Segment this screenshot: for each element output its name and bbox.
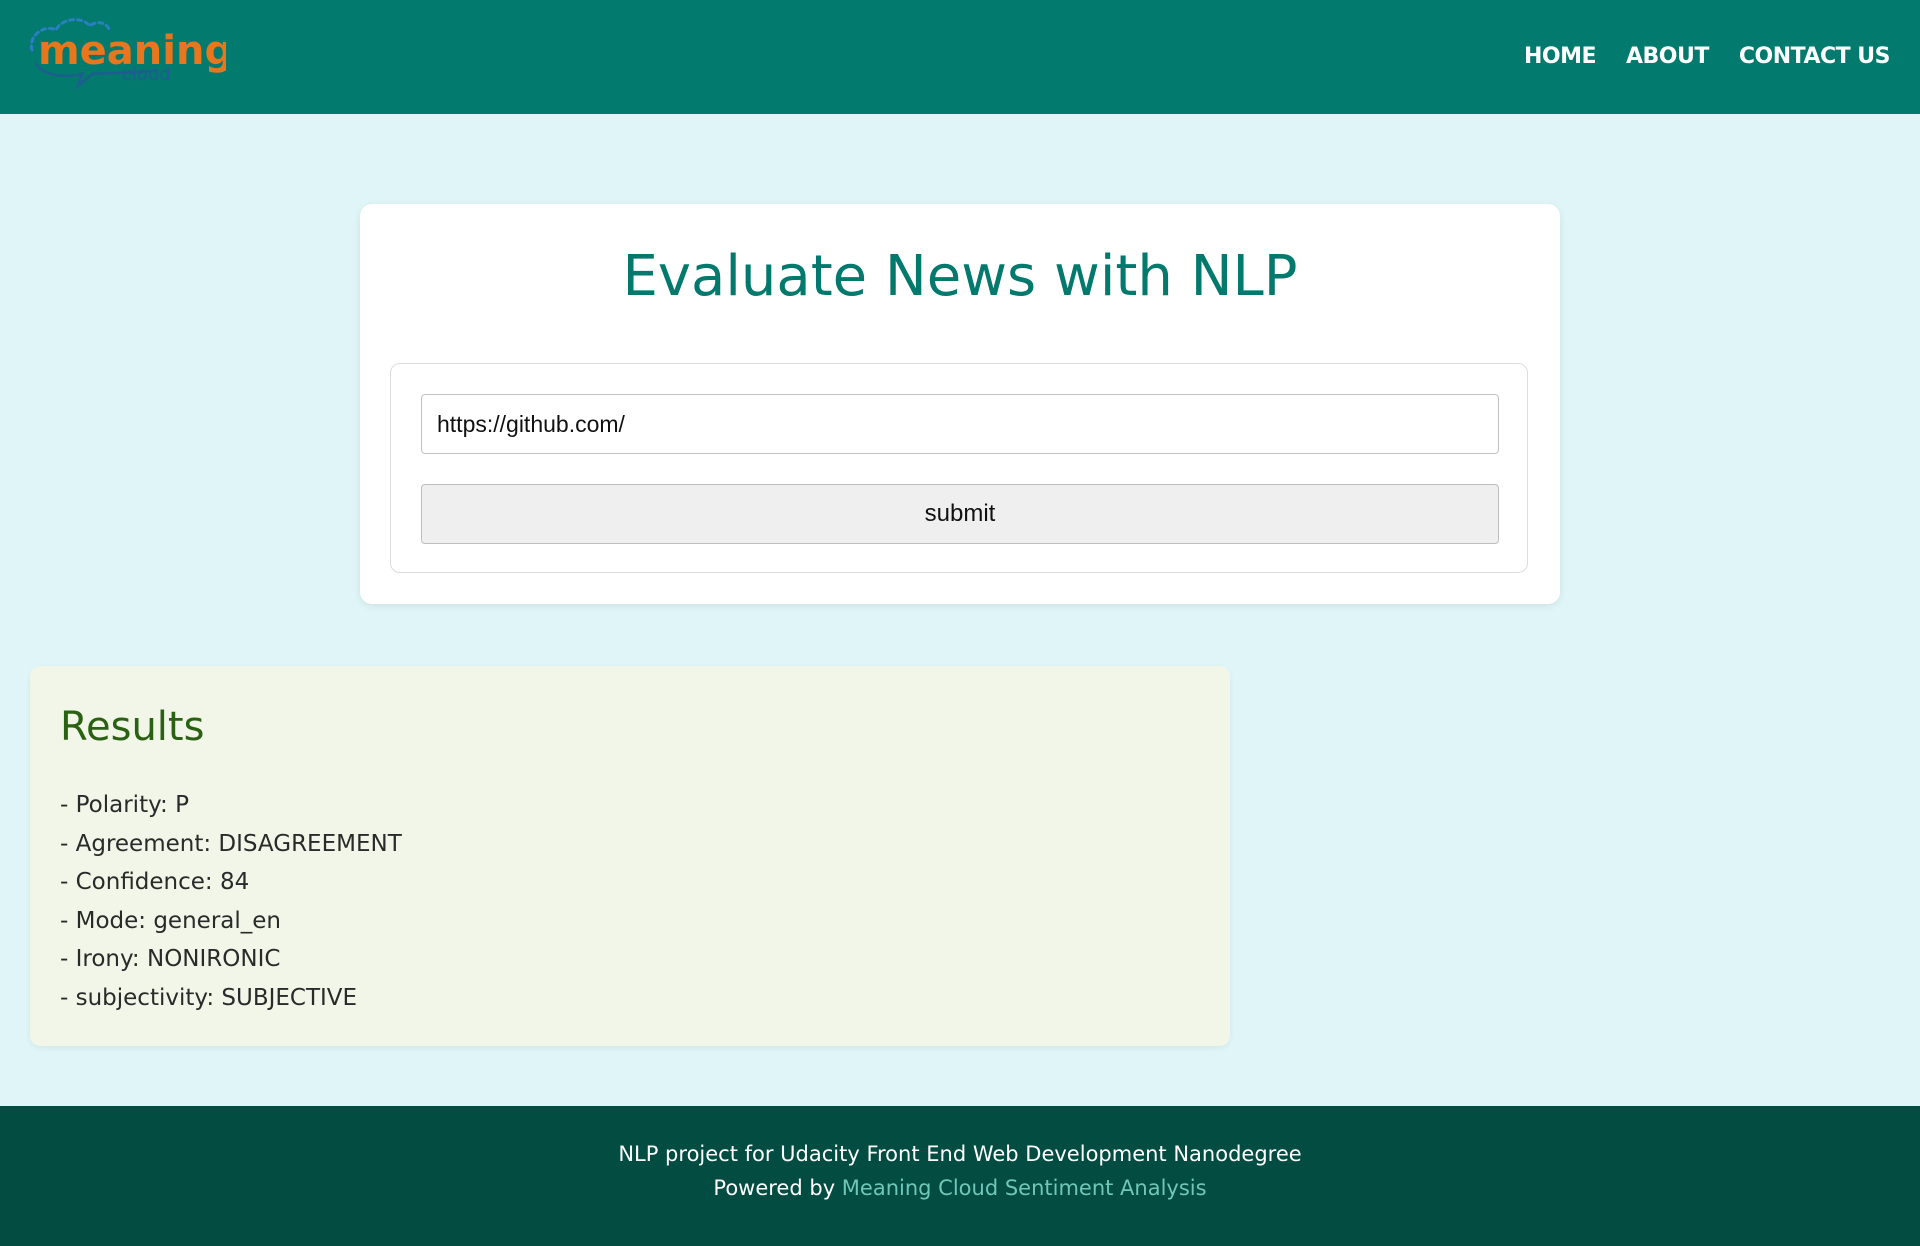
nav-about[interactable]: ABOUT [1626,44,1709,69]
nav-home[interactable]: HOME [1524,44,1597,69]
footer-credit: NLP project for Udacity Front End Web De… [618,1142,1302,1166]
result-polarity: - Polarity: P [60,792,189,818]
result-irony: - Irony: NONIRONIC [60,946,281,972]
result-mode: - Mode: general_en [60,907,281,934]
logo-subword: cloud [122,64,171,85]
page-title: Evaluate News with NLP [622,244,1298,309]
result-agreement: - Agreement: DISAGREEMENT [60,830,402,857]
result-subjectivity: - subjectivity: SUBJECTIVE [60,984,358,1011]
site-header: meaning cloud HOME ABOUT CONTACT US [0,0,1920,114]
results-title: Results [60,704,205,750]
nav-contact-us[interactable]: CONTACT US [1739,44,1891,69]
footer-powered-by: Powered by Meaning Cloud Sentiment Analy… [0,1176,1920,1200]
result-confidence: - Confidence: 84 [60,869,250,895]
meaning-cloud-link[interactable]: Meaning Cloud Sentiment Analysis [842,1176,1207,1200]
meaningcloud-logo[interactable]: meaning cloud [26,14,226,94]
main-nav: HOME ABOUT CONTACT US [1524,44,1891,69]
url-input[interactable] [421,394,1499,454]
submit-button[interactable]: submit [421,484,1499,544]
footer-powered-prefix: Powered by [713,1176,842,1200]
results-list: - Polarity: P - Agreement: DISAGREEMENT … [60,786,402,1017]
